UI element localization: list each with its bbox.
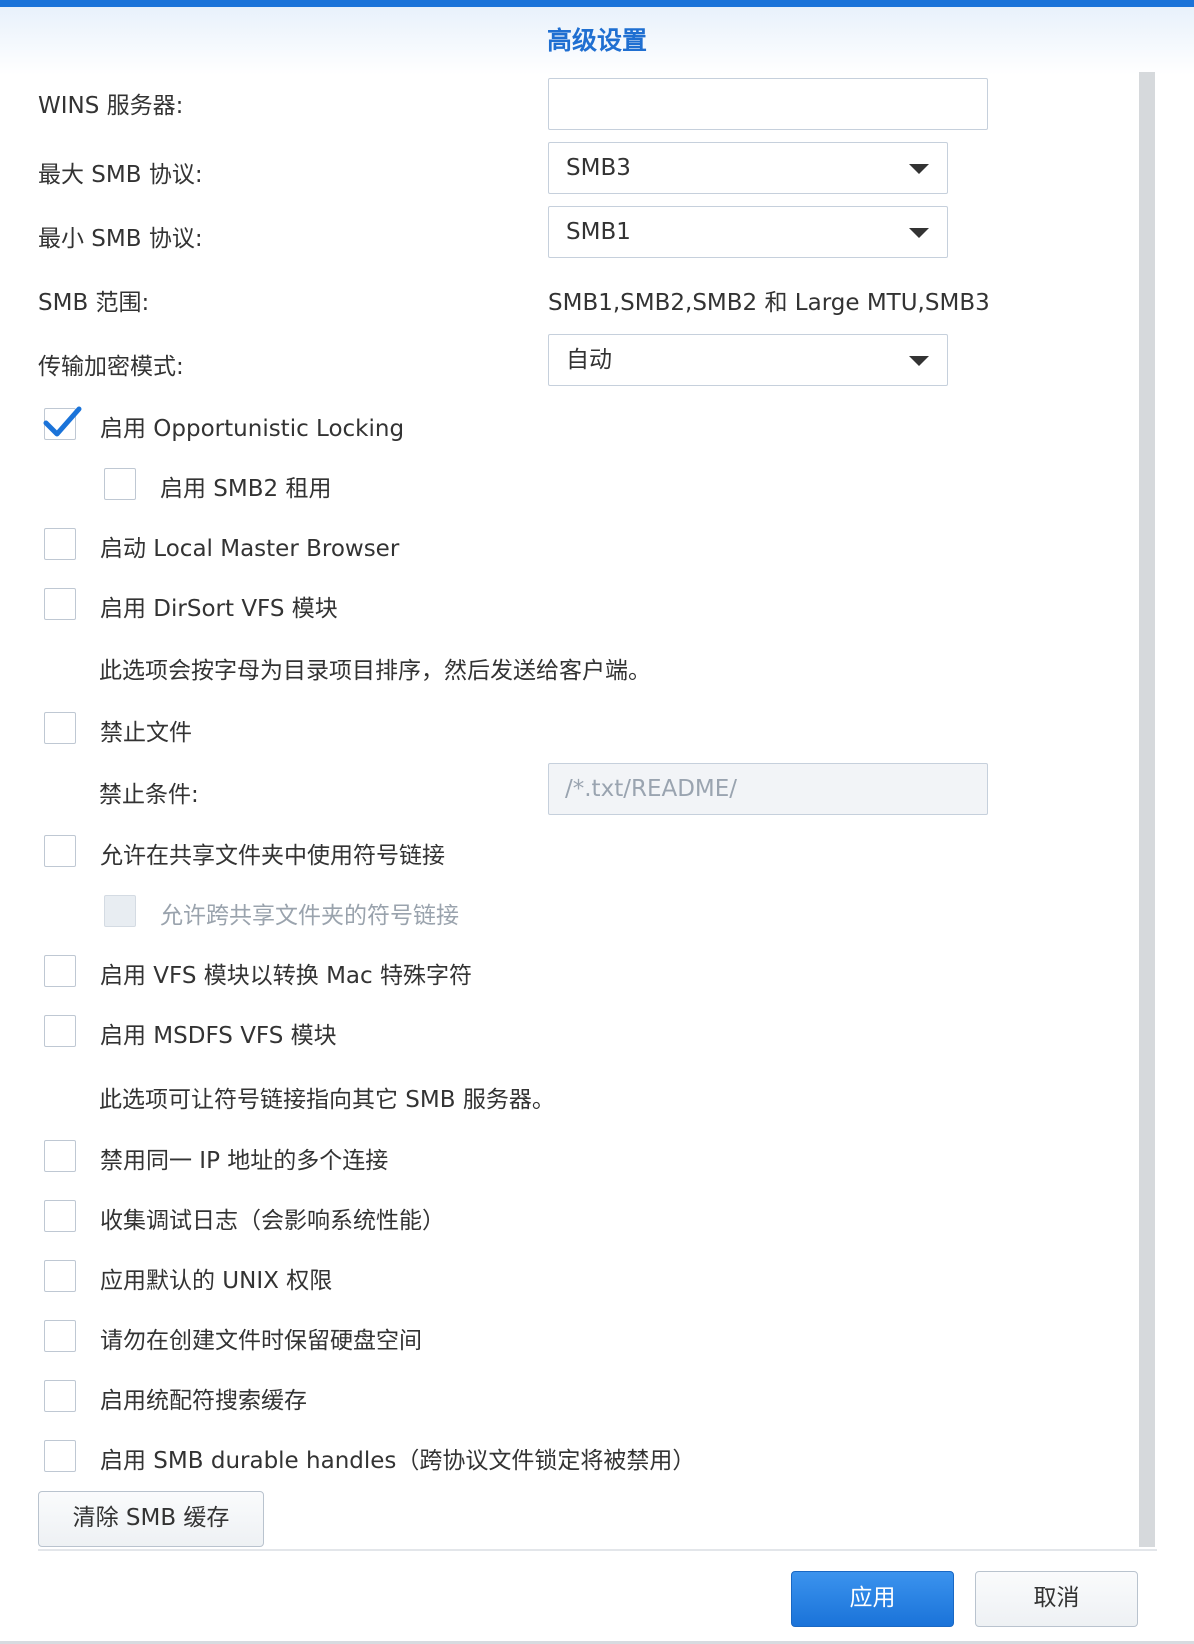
unix-perms-checkbox[interactable] (44, 1260, 76, 1292)
smb2-leases-label: 启用 SMB2 租用 (160, 476, 332, 502)
local-master-checkbox[interactable] (44, 528, 76, 560)
encryption-mode-select[interactable]: 自动 (548, 334, 948, 386)
wins-label: WINS 服务器: (38, 93, 184, 119)
encryption-label: 传输加密模式: (38, 354, 184, 380)
veto-condition-input[interactable] (549, 764, 987, 814)
chevron-down-icon (909, 164, 929, 174)
durable-handles-label: 启用 SMB durable handles（跨协议文件锁定将被禁用） (100, 1448, 696, 1474)
debug-log-label: 收集调试日志（会影响系统性能） (100, 1208, 445, 1234)
chevron-down-icon (909, 228, 929, 238)
dialog-title: 高级设置 (546, 26, 647, 55)
veto-files-label: 禁止文件 (100, 720, 192, 746)
dirsort-label: 启用 DirSort VFS 模块 (100, 596, 338, 622)
checkmark-icon (43, 406, 82, 437)
veto-files-checkbox[interactable] (44, 712, 76, 744)
smb-range-value: SMB1,SMB2,SMB2 和 Large MTU,SMB3 (548, 290, 990, 316)
scrollbar[interactable] (1139, 72, 1155, 1547)
wins-server-field[interactable] (548, 78, 988, 130)
symlinks-label: 允许在共享文件夹中使用符号链接 (100, 843, 445, 869)
smb-range-label: SMB 范围: (38, 290, 150, 316)
same-ip-checkbox[interactable] (44, 1140, 76, 1172)
mac-chars-label: 启用 VFS 模块以转换 Mac 特殊字符 (100, 963, 472, 989)
mac-chars-checkbox[interactable] (44, 955, 76, 987)
dirsort-description: 此选项会按字母为目录项目排序，然后发送给客户端。 (99, 658, 651, 684)
min-smb-value: SMB1 (566, 219, 631, 245)
cancel-button[interactable]: 取消 (975, 1571, 1138, 1627)
durable-handles-checkbox[interactable] (44, 1440, 76, 1472)
reserve-space-label: 请勿在创建文件时保留硬盘空间 (100, 1328, 422, 1354)
dirsort-checkbox[interactable] (44, 588, 76, 620)
clear-smb-cache-button[interactable]: 清除 SMB 缓存 (38, 1491, 264, 1547)
max-smb-value: SMB3 (566, 155, 631, 181)
footer-divider (38, 1549, 1157, 1551)
wildcard-cache-checkbox[interactable] (44, 1380, 76, 1412)
apply-button[interactable]: 应用 (791, 1571, 954, 1627)
top-accent-bar (0, 0, 1194, 7)
debug-log-checkbox[interactable] (44, 1200, 76, 1232)
max-smb-select[interactable]: SMB3 (548, 142, 948, 194)
veto-condition-field[interactable] (548, 763, 988, 815)
max-smb-label: 最大 SMB 协议: (38, 162, 203, 188)
wildcard-cache-label: 启用统配符搜索缓存 (100, 1388, 307, 1414)
veto-condition-label: 禁止条件: (99, 782, 199, 808)
oplocks-label: 启用 Opportunistic Locking (100, 416, 405, 442)
local-master-label: 启动 Local Master Browser (100, 536, 400, 562)
chevron-down-icon (909, 356, 929, 366)
msdfs-description: 此选项可让符号链接指向其它 SMB 服务器。 (99, 1087, 555, 1113)
min-smb-select[interactable]: SMB1 (548, 206, 948, 258)
oplocks-checkbox[interactable] (43, 406, 82, 440)
symlinks-checkbox[interactable] (44, 835, 76, 867)
min-smb-label: 最小 SMB 协议: (38, 226, 203, 252)
smb2-leases-checkbox[interactable] (104, 468, 136, 500)
cross-share-symlinks-checkbox[interactable] (104, 895, 136, 927)
wins-server-input[interactable] (549, 79, 987, 129)
encryption-mode-value: 自动 (566, 347, 612, 373)
msdfs-checkbox[interactable] (44, 1015, 76, 1047)
reserve-space-checkbox[interactable] (44, 1320, 76, 1352)
unix-perms-label: 应用默认的 UNIX 权限 (100, 1268, 333, 1294)
cross-share-symlinks-label: 允许跨共享文件夹的符号链接 (160, 903, 459, 929)
msdfs-label: 启用 MSDFS VFS 模块 (100, 1023, 337, 1049)
dialog-header: 高级设置 (0, 7, 1194, 75)
same-ip-label: 禁用同一 IP 地址的多个连接 (100, 1148, 389, 1174)
